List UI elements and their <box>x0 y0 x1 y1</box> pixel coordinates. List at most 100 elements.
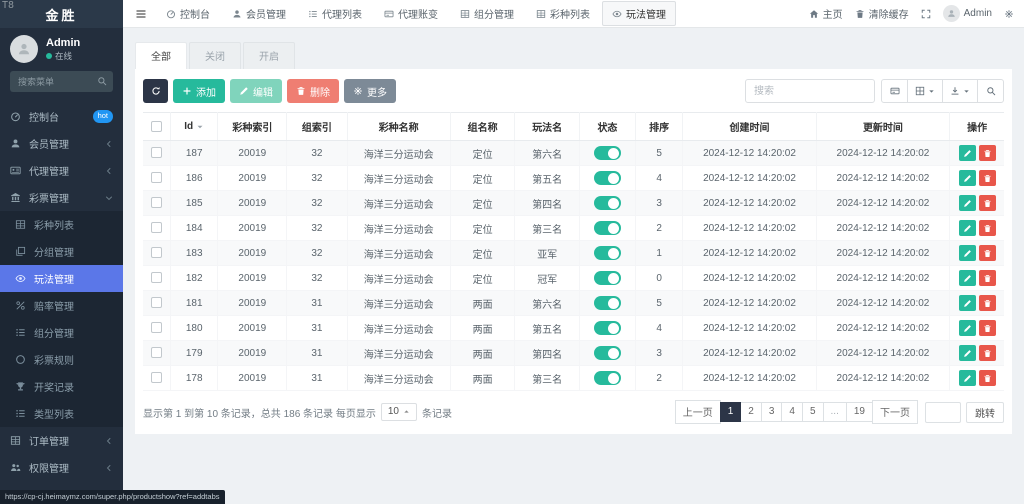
status-toggle[interactable] <box>594 371 621 385</box>
row-edit-button[interactable] <box>959 270 976 286</box>
filter-tab-open[interactable]: 开启 <box>243 42 295 69</box>
sidebar-item-order-management[interactable]: 订单管理 <box>0 427 123 454</box>
user-menu[interactable]: Admin <box>943 5 992 22</box>
row-edit-button[interactable] <box>959 345 976 361</box>
row-checkbox[interactable] <box>151 372 162 383</box>
jump-page-input[interactable] <box>925 402 961 423</box>
jump-button[interactable]: 跳转 <box>966 402 1004 423</box>
status-toggle[interactable] <box>594 271 621 285</box>
status-toggle[interactable] <box>594 221 621 235</box>
tab-member-management[interactable]: 会员管理 <box>222 1 296 26</box>
tab-agent-transactions[interactable]: 代理账变 <box>374 1 448 26</box>
status-toggle[interactable] <box>594 346 621 360</box>
pagination-page-2[interactable]: 2 <box>740 402 762 422</box>
pagination-prev[interactable]: 上一页 <box>675 400 721 424</box>
pagination-page-5[interactable]: 5 <box>802 402 824 422</box>
sidebar-item-member-management[interactable]: 会员管理 <box>0 130 123 157</box>
search-button[interactable] <box>977 79 1004 103</box>
status-toggle[interactable] <box>594 146 621 160</box>
sidebar-item-lottery-type-list[interactable]: 彩种列表 <box>0 211 123 238</box>
add-button[interactable]: 添加 <box>173 79 225 103</box>
edit-button[interactable]: 编辑 <box>230 79 282 103</box>
refresh-button[interactable] <box>143 79 168 103</box>
pagination-page-19[interactable]: 19 <box>846 402 873 422</box>
row-checkbox[interactable] <box>151 222 162 233</box>
sidebar-item-lottery-rules[interactable]: 彩票规则 <box>0 346 123 373</box>
col-status[interactable]: 状态 <box>579 113 635 141</box>
app-logo[interactable]: 金胜 <box>0 0 123 28</box>
row-delete-button[interactable] <box>979 195 996 211</box>
pagination-page-3[interactable]: 3 <box>761 402 783 422</box>
col-created-at[interactable]: 创建时间 <box>683 113 816 141</box>
status-toggle[interactable] <box>594 171 621 185</box>
col-group-name[interactable]: 组名称 <box>450 113 515 141</box>
row-edit-button[interactable] <box>959 220 976 236</box>
table-search-input[interactable] <box>745 79 875 103</box>
row-delete-button[interactable] <box>979 145 996 161</box>
col-id[interactable]: Id <box>171 113 218 141</box>
more-button[interactable]: 更多 <box>344 79 396 103</box>
sidebar-item-odds-management[interactable]: 赔率管理 <box>0 292 123 319</box>
col-lottery-index[interactable]: 彩种索引 <box>218 113 287 141</box>
clear-cache-link[interactable]: 清除缓存 <box>855 6 909 21</box>
export-button[interactable] <box>942 79 978 103</box>
status-toggle[interactable] <box>594 246 621 260</box>
col-sort[interactable]: 排序 <box>635 113 682 141</box>
row-delete-button[interactable] <box>979 370 996 386</box>
col-actions[interactable]: 操作 <box>950 113 1004 141</box>
sidebar-item-type-list[interactable]: 类型列表 <box>0 400 123 427</box>
tab-lottery-type-list[interactable]: 彩种列表 <box>526 1 600 26</box>
sidebar-item-console[interactable]: 控制台hot <box>0 103 123 130</box>
tab-groupscore-management[interactable]: 组分管理 <box>450 1 524 26</box>
settings-button[interactable] <box>1004 9 1014 19</box>
columns-button[interactable] <box>907 79 943 103</box>
sidebar-item-lottery-management[interactable]: 彩票管理 <box>0 184 123 211</box>
view-toggle-button[interactable] <box>881 79 908 103</box>
sidebar-item-play-management[interactable]: 玩法管理 <box>0 265 123 292</box>
sidebar-item-groupscore-management[interactable]: 组分管理 <box>0 319 123 346</box>
row-delete-button[interactable] <box>979 320 996 336</box>
status-toggle[interactable] <box>594 296 621 310</box>
row-delete-button[interactable] <box>979 295 996 311</box>
sidebar-item-permission-management[interactable]: 权限管理 <box>0 454 123 481</box>
row-delete-button[interactable] <box>979 345 996 361</box>
tab-agent-list[interactable]: 代理列表 <box>298 1 372 26</box>
sidebar-item-group-management[interactable]: 分组管理 <box>0 238 123 265</box>
row-edit-button[interactable] <box>959 245 976 261</box>
row-delete-button[interactable] <box>979 245 996 261</box>
tab-play-management[interactable]: 玩法管理 <box>602 1 676 26</box>
row-edit-button[interactable] <box>959 370 976 386</box>
status-toggle[interactable] <box>594 196 621 210</box>
pagination-page-4[interactable]: 4 <box>781 402 803 422</box>
col-play-name[interactable]: 玩法名 <box>515 113 580 141</box>
row-edit-button[interactable] <box>959 170 976 186</box>
row-edit-button[interactable] <box>959 295 976 311</box>
col-updated-at[interactable]: 更新时间 <box>816 113 949 141</box>
status-toggle[interactable] <box>594 321 621 335</box>
row-edit-button[interactable] <box>959 195 976 211</box>
tab-console[interactable]: 控制台 <box>156 1 220 26</box>
row-checkbox[interactable] <box>151 347 162 358</box>
row-checkbox[interactable] <box>151 172 162 183</box>
pagination-page-1[interactable]: 1 <box>720 402 742 422</box>
row-checkbox[interactable] <box>151 297 162 308</box>
delete-button[interactable]: 删除 <box>287 79 339 103</box>
col-lottery-name[interactable]: 彩种名称 <box>347 113 450 141</box>
row-edit-button[interactable] <box>959 320 976 336</box>
row-checkbox[interactable] <box>151 272 162 283</box>
page-size-select[interactable]: 10 <box>381 403 417 421</box>
pagination-next[interactable]: 下一页 <box>872 400 918 424</box>
row-checkbox[interactable] <box>151 322 162 333</box>
row-checkbox[interactable] <box>151 147 162 158</box>
hamburger-icon[interactable] <box>127 8 155 20</box>
row-checkbox[interactable] <box>151 197 162 208</box>
col-group-index[interactable]: 组索引 <box>287 113 347 141</box>
row-checkbox[interactable] <box>151 247 162 258</box>
row-delete-button[interactable] <box>979 220 996 236</box>
row-delete-button[interactable] <box>979 270 996 286</box>
select-all-checkbox[interactable] <box>151 121 162 132</box>
sidebar-item-agent-management[interactable]: 代理管理 <box>0 157 123 184</box>
sidebar-item-draw-records[interactable]: 开奖记录 <box>0 373 123 400</box>
user-panel[interactable]: Admin 在线 <box>0 28 123 69</box>
filter-tab-closed[interactable]: 关闭 <box>189 42 241 69</box>
